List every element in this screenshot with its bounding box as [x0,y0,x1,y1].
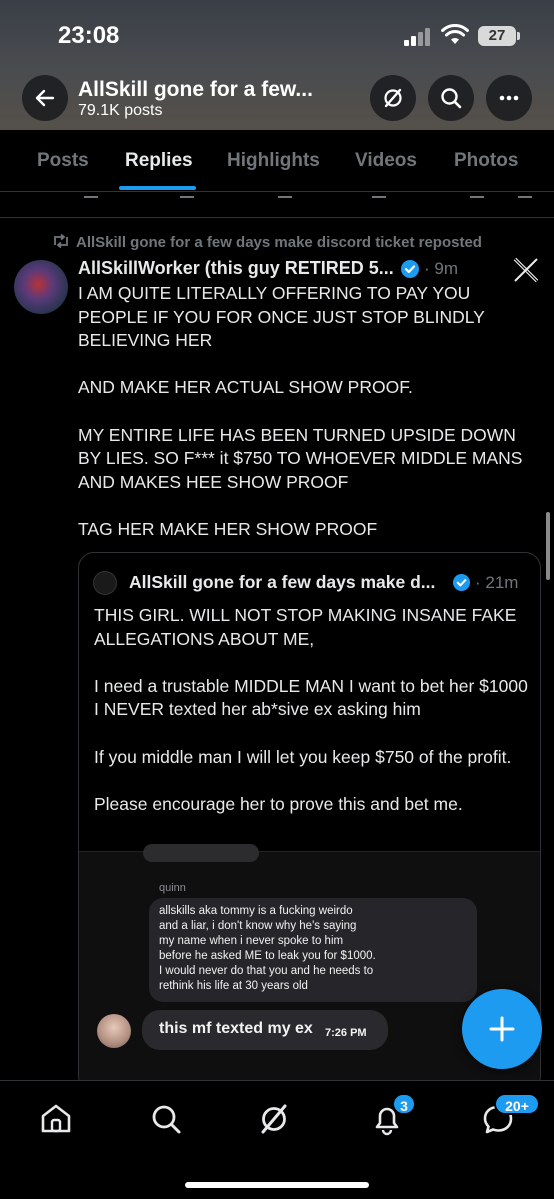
battery-indicator: 27 [478,26,520,46]
repost-label[interactable]: AllSkill gone for a few days make discor… [52,233,482,251]
home-indicator [185,1182,369,1188]
status-time: 23:08 [58,22,120,49]
verified-badge-icon [401,260,419,278]
more-button[interactable] [486,75,532,121]
back-arrow-icon [35,89,55,107]
search-button[interactable] [428,75,474,121]
cellular-signal-icon [404,28,434,46]
plus-icon [489,1016,515,1042]
active-tab-indicator [119,186,196,190]
tab-photos[interactable]: Photos [454,150,518,172]
grok-icon[interactable] [256,1101,292,1137]
more-icon [499,95,519,101]
message-sender-name: quinn [159,882,186,894]
compose-button[interactable] [462,989,542,1069]
notifications-badge: 3 [392,1093,416,1115]
previous-tweet-actions [0,192,554,218]
search-icon [441,88,462,109]
scrollbar[interactable] [546,512,550,580]
tweet-text: I AM QUITE LITERALLY OFFERING TO PAY YOU… [78,283,523,539]
profile-header: 23:08 27 AllSkill gone for a few... 79.1… [0,0,554,130]
avatar[interactable] [14,260,68,314]
verified-badge-icon [452,573,471,592]
search-icon[interactable] [148,1101,184,1137]
tab-replies[interactable]: Replies [125,150,193,172]
quote-text: THIS GIRL. WILL NOT STOP MAKING INSANE F… [94,605,528,814]
post-count: 79.1K posts [78,102,163,119]
grok-button[interactable] [370,75,416,121]
message-bubble-text: allskills aka tommy is a fucking weirdo … [149,898,477,1002]
repost-icon [54,233,68,249]
reply-bubble-time: 7:26 PM [325,1027,367,1039]
message-bubble [143,844,259,862]
back-button[interactable] [22,75,68,121]
wifi-icon [441,24,469,44]
page-title: AllSkill gone for a few... [78,78,313,101]
x-logo-icon [513,257,539,283]
reply-bubble-text: this mf texted my ex [159,1020,313,1037]
tab-highlights[interactable]: Highlights [227,150,320,172]
repost-text: AllSkill gone for a few days make discor… [76,234,482,251]
tab-videos[interactable]: Videos [355,150,417,172]
message-avatar [97,1014,131,1048]
tweet-time: · 9m [424,259,458,278]
quote-time: · 21m [475,573,519,592]
tab-posts[interactable]: Posts [37,150,89,172]
grok-icon [384,88,402,108]
home-icon[interactable] [38,1101,74,1137]
profile-tabs: Posts Replies Highlights Videos Photos [0,130,554,192]
messages-badge: 20+ [494,1093,540,1115]
quote-avatar [93,571,117,595]
tweet-author[interactable]: AllSkillWorker (this guy RETIRED 5... [78,258,394,279]
quote-author: AllSkill gone for a few days make d... [129,572,436,592]
